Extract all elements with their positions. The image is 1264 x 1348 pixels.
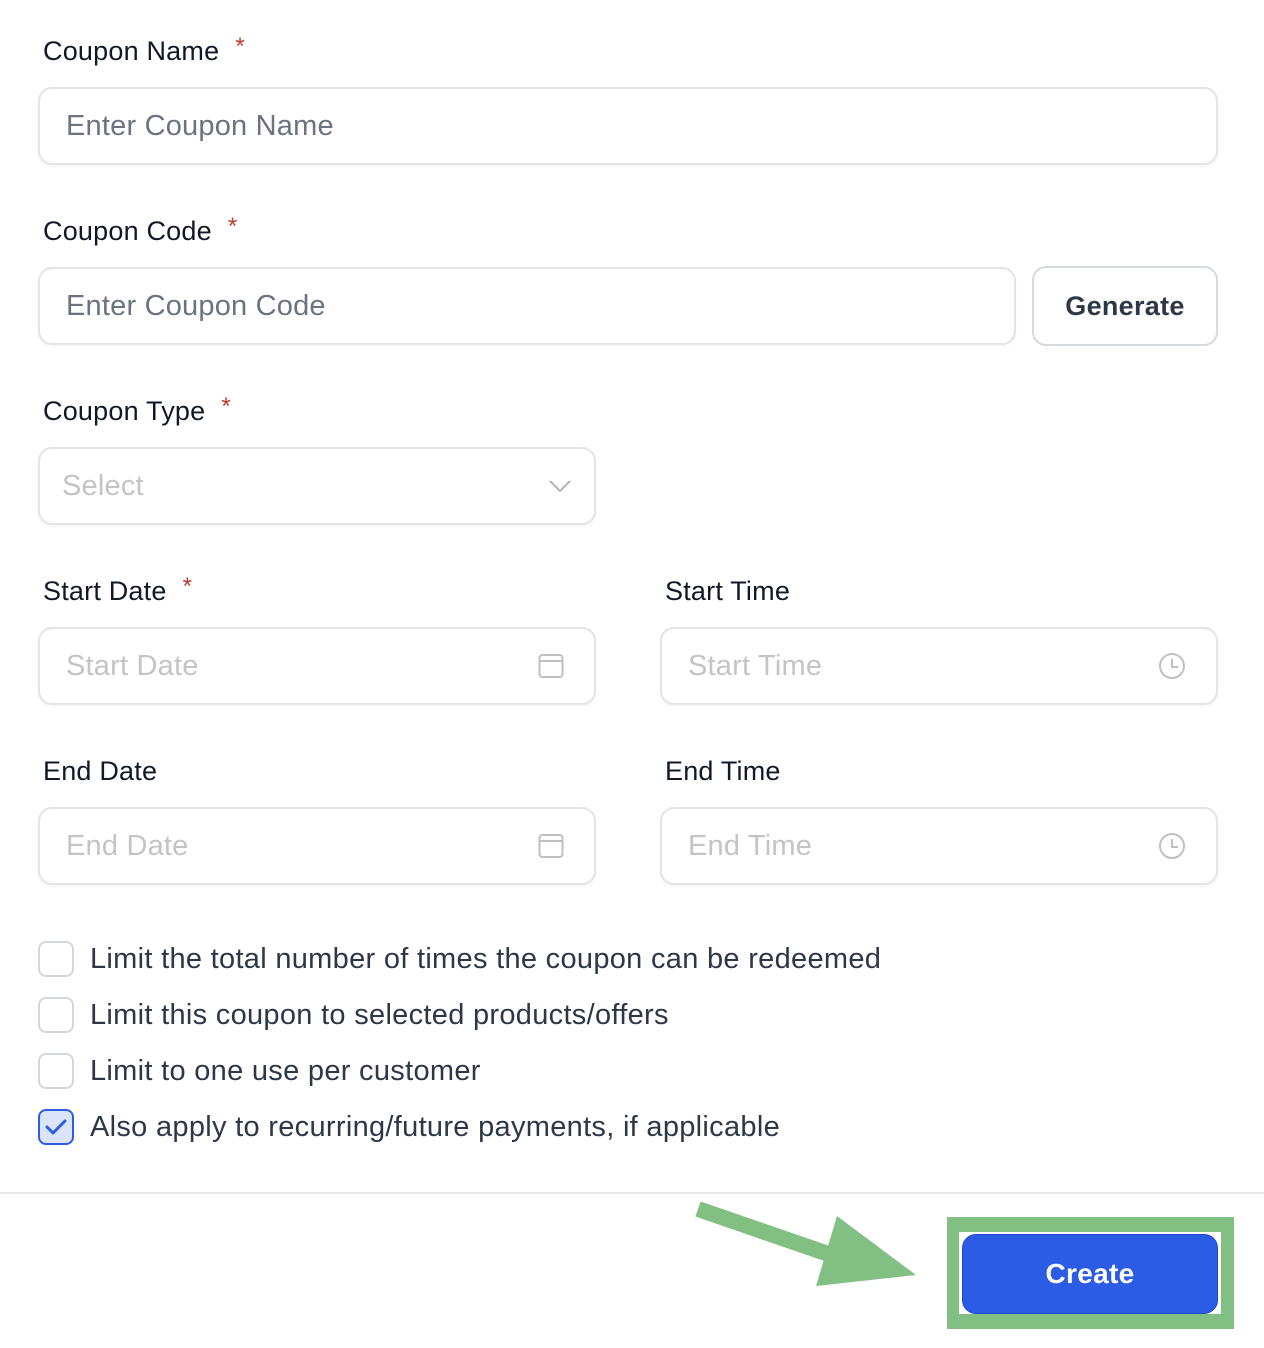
create-button[interactable]: Create <box>962 1234 1218 1314</box>
end-time-input[interactable]: End Time <box>660 807 1218 885</box>
coupon-type-selected: Select <box>62 469 144 502</box>
calendar-icon[interactable] <box>538 653 564 679</box>
start-date-placeholder: Start Date <box>66 649 199 682</box>
coupon-code-input[interactable]: Enter Coupon Code <box>38 267 1016 345</box>
start-date-label-text: Start Date <box>43 576 167 606</box>
coupon-code-label: Coupon Code * <box>43 213 238 247</box>
chevron-down-icon <box>548 479 572 493</box>
option-one-use-per-customer[interactable]: Limit to one use per customer <box>38 1053 481 1089</box>
option-label: Limit this coupon to selected products/o… <box>90 998 669 1031</box>
coupon-name-label-text: Coupon Name <box>43 36 220 66</box>
start-date-input[interactable]: Start Date <box>38 627 596 705</box>
required-mark: * <box>235 33 245 60</box>
option-label: Limit to one use per customer <box>90 1054 481 1087</box>
calendar-icon[interactable] <box>538 833 564 859</box>
generate-button[interactable]: Generate <box>1032 266 1218 346</box>
coupon-name-input[interactable]: Enter Coupon Name <box>38 87 1218 165</box>
coupon-type-label: Coupon Type * <box>43 393 231 427</box>
coupon-code-label-text: Coupon Code <box>43 216 212 246</box>
start-time-placeholder: Start Time <box>688 649 823 682</box>
checkbox[interactable] <box>38 997 74 1033</box>
end-time-placeholder: End Time <box>688 829 813 862</box>
start-time-input[interactable]: Start Time <box>660 627 1218 705</box>
clock-icon[interactable] <box>1158 652 1186 680</box>
footer-divider <box>0 1192 1264 1194</box>
required-mark: * <box>221 393 231 420</box>
required-mark: * <box>182 573 193 600</box>
option-label: Limit the total number of times the coup… <box>90 942 882 975</box>
required-mark: * <box>227 213 238 240</box>
coupon-name-placeholder: Enter Coupon Name <box>66 109 334 142</box>
coupon-type-label-text: Coupon Type <box>43 396 206 426</box>
coupon-name-label: Coupon Name * <box>43 33 245 67</box>
start-date-label: Start Date * <box>43 573 193 607</box>
option-label: Also apply to recurring/future payments,… <box>90 1110 780 1143</box>
checkbox[interactable] <box>38 1053 74 1089</box>
checkbox-checked[interactable] <box>38 1109 74 1145</box>
coupon-code-placeholder: Enter Coupon Code <box>66 289 326 322</box>
checkbox[interactable] <box>38 941 74 977</box>
end-date-placeholder: End Date <box>66 829 189 862</box>
option-limit-products[interactable]: Limit this coupon to selected products/o… <box>38 997 669 1033</box>
end-date-label: End Date <box>43 756 158 786</box>
start-time-label: Start Time <box>665 576 791 606</box>
clock-icon[interactable] <box>1158 832 1186 860</box>
coupon-type-select[interactable]: Select <box>38 447 596 525</box>
checkmark-icon <box>45 1119 67 1135</box>
option-apply-recurring[interactable]: Also apply to recurring/future payments,… <box>38 1109 780 1145</box>
end-time-label: End Time <box>665 756 781 786</box>
end-date-input[interactable]: End Date <box>38 807 596 885</box>
option-limit-redemptions[interactable]: Limit the total number of times the coup… <box>38 941 881 977</box>
